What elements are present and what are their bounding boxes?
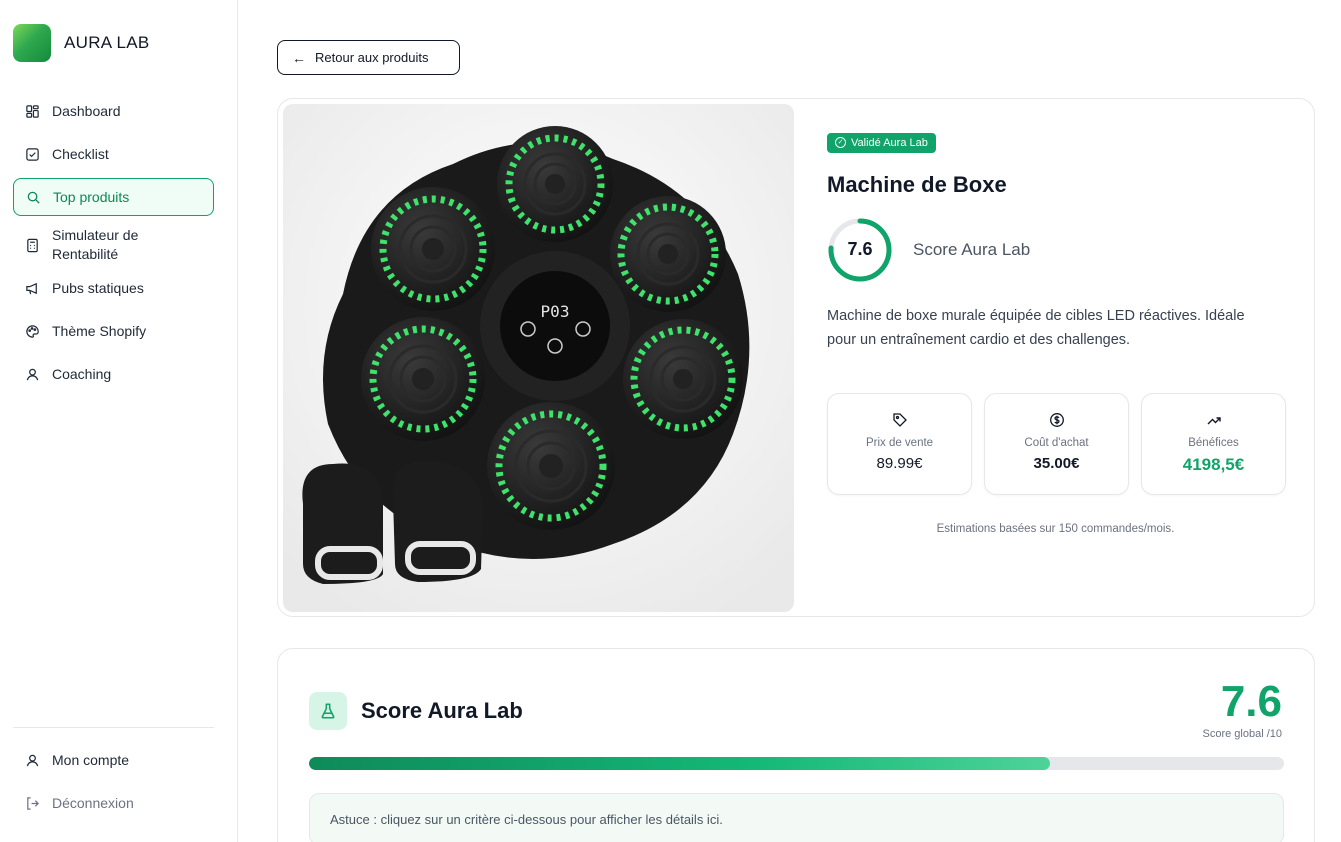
score-progress-fill bbox=[309, 757, 1050, 770]
sidebar-item-simulateur[interactable]: Simulateur de Rentabilité bbox=[13, 221, 214, 269]
check-circle-icon: ✓ bbox=[835, 137, 846, 148]
stat-value: 4198,5€ bbox=[1182, 455, 1245, 474]
stat-value: 89.99€ bbox=[876, 455, 923, 472]
search-icon bbox=[26, 190, 41, 205]
sidebar-item-label: Dashboard bbox=[52, 102, 121, 119]
sidebar-item-label: Top produits bbox=[53, 188, 130, 205]
checklist-icon bbox=[25, 147, 40, 162]
back-button-label: Retour aux produits bbox=[315, 50, 429, 65]
sidebar-item-label: Coaching bbox=[52, 365, 112, 382]
sidebar-item-label: Pubs statiques bbox=[52, 279, 144, 296]
product-description: Machine de boxe murale équipée de cibles… bbox=[827, 307, 1245, 348]
stat-value: 35.00€ bbox=[1033, 455, 1080, 472]
user-icon bbox=[25, 753, 40, 768]
product-card: P03 ✓ Validé Aura Lab Machine de Boxe 7.… bbox=[277, 98, 1315, 617]
tip-box: Astuce : cliquez sur un critère ci-desso… bbox=[309, 793, 1284, 842]
brand[interactable]: AURA LAB bbox=[13, 24, 150, 62]
sidebar-item-coaching[interactable]: Coaching bbox=[13, 355, 214, 393]
score-progress-bar bbox=[309, 757, 1284, 770]
sidebar-item-pubs-statiques[interactable]: Pubs statiques bbox=[13, 269, 214, 307]
global-score-value: 7.6 bbox=[1220, 677, 1282, 726]
sidebar-nav: Dashboard Checklist Top produits Simulat… bbox=[13, 92, 214, 398]
score-value: 7.6 bbox=[847, 239, 873, 259]
sidebar-item-deconnexion[interactable]: Déconnexion bbox=[13, 784, 214, 822]
score-ring: 7.6 bbox=[827, 217, 893, 283]
sidebar-item-label: Mon compte bbox=[52, 751, 130, 768]
stat-purchase-cost: Coût d'achat 35.00€ bbox=[984, 393, 1129, 495]
display-readout: P03 bbox=[541, 302, 570, 321]
user-icon bbox=[25, 367, 40, 382]
sidebar-item-top-produits[interactable]: Top produits bbox=[13, 178, 214, 216]
sidebar-item-theme-shopify[interactable]: Thème Shopify bbox=[13, 312, 214, 350]
flask-icon bbox=[309, 692, 347, 730]
calculator-icon bbox=[25, 238, 40, 253]
trending-up-icon bbox=[1206, 412, 1222, 428]
score-card: Score Aura Lab 7.6 Score global /10 Astu… bbox=[277, 648, 1315, 842]
stat-label: Coût d'achat bbox=[1024, 437, 1089, 449]
score-section-title: Score Aura Lab bbox=[361, 698, 523, 723]
brand-name: AURA LAB bbox=[64, 33, 150, 52]
stat-label: Bénéfices bbox=[1188, 437, 1239, 449]
stat-selling-price: Prix de vente 89.99€ bbox=[827, 393, 972, 495]
product-stats: Prix de vente 89.99€ Coût d'achat 35.00€… bbox=[827, 393, 1298, 495]
sidebar-item-label: Thème Shopify bbox=[52, 322, 147, 339]
boxing-machine-illustration: P03 bbox=[283, 104, 794, 612]
dashboard-icon bbox=[25, 104, 40, 119]
palette-icon bbox=[25, 324, 40, 339]
sidebar: AURA LAB Dashboard Checklist Top produit… bbox=[0, 0, 238, 842]
arrow-left-icon: ← bbox=[292, 49, 306, 66]
global-score-subtitle: Score global /10 bbox=[1202, 728, 1283, 740]
product-image: P03 bbox=[283, 104, 794, 612]
product-title: Machine de Boxe bbox=[827, 171, 1007, 197]
megaphone-icon bbox=[25, 281, 40, 296]
tag-icon bbox=[892, 412, 908, 428]
validated-badge: ✓ Validé Aura Lab bbox=[827, 132, 936, 153]
sidebar-divider bbox=[13, 727, 214, 728]
sidebar-item-label: Simulateur de Rentabilité bbox=[52, 227, 139, 262]
score-label: Score Aura Lab bbox=[913, 239, 1031, 259]
tip-text: Astuce : cliquez sur un critère ci-desso… bbox=[330, 811, 723, 827]
brand-logo bbox=[13, 24, 51, 62]
stat-profit: Bénéfices 4198,5€ bbox=[1141, 393, 1286, 495]
logout-icon bbox=[25, 796, 40, 811]
sidebar-item-mon-compte[interactable]: Mon compte bbox=[13, 741, 214, 779]
product-info: ✓ Validé Aura Lab Machine de Boxe 7.6 Sc… bbox=[827, 131, 1287, 352]
sidebar-item-label: Déconnexion bbox=[52, 794, 134, 811]
stat-label: Prix de vente bbox=[865, 437, 934, 449]
validated-badge-label: Validé Aura Lab bbox=[851, 136, 928, 149]
sidebar-bottom-nav: Mon compte Déconnexion bbox=[13, 741, 214, 827]
dollar-icon bbox=[1049, 412, 1065, 428]
score-summary: 7.6 Score Aura Lab bbox=[827, 217, 1287, 283]
sidebar-item-dashboard[interactable]: Dashboard bbox=[13, 92, 214, 130]
sidebar-item-label: Checklist bbox=[52, 145, 109, 162]
estimation-note: Estimations basées sur 150 commandes/moi… bbox=[936, 523, 1175, 535]
back-to-products-button[interactable]: ← Retour aux produits bbox=[277, 40, 460, 75]
sidebar-item-checklist[interactable]: Checklist bbox=[13, 135, 214, 173]
